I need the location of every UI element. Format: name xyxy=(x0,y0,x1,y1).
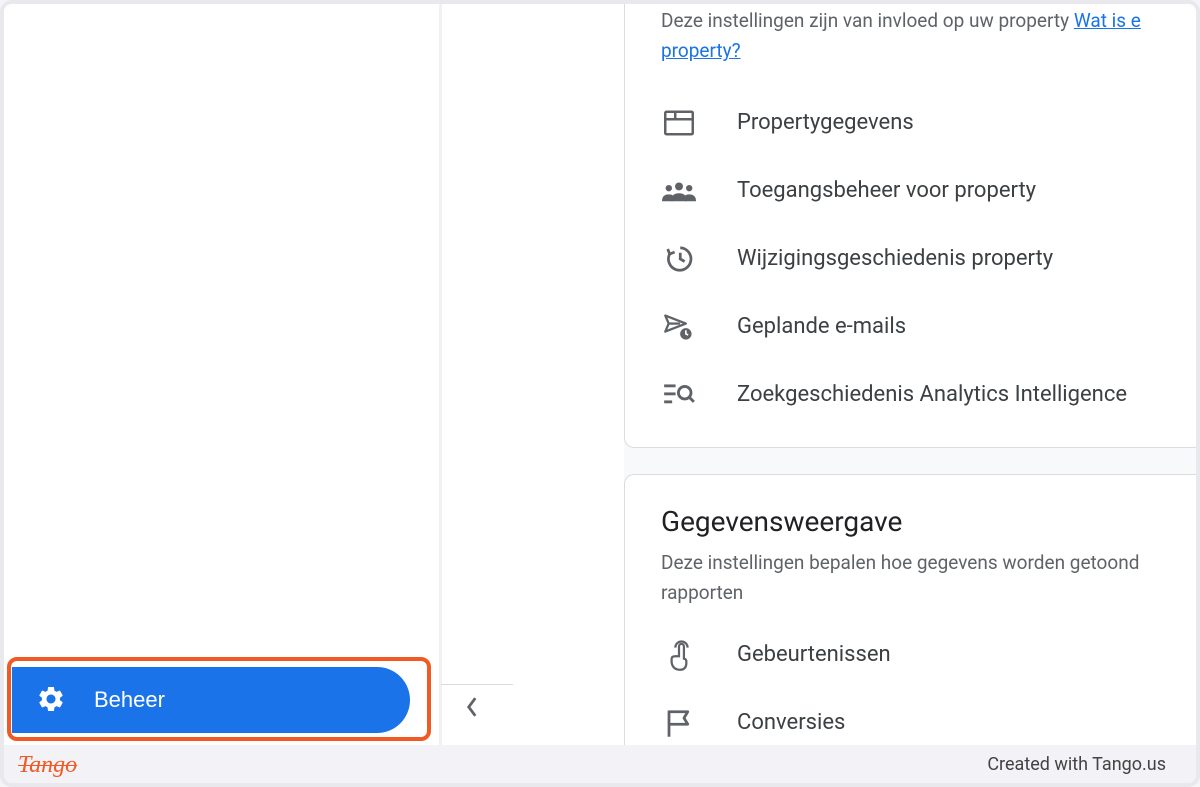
web-icon xyxy=(661,107,697,139)
property-description: Deze instellingen zijn van invloed op uw… xyxy=(625,2,1200,67)
flag-icon xyxy=(661,707,697,739)
events-item[interactable]: Gebeurtenissen xyxy=(625,621,1200,689)
beheer-label: Beheer xyxy=(94,687,165,713)
tango-credit: Created with Tango.us xyxy=(987,754,1166,775)
data-display-card: Gegevensweergave Deze instellingen bepal… xyxy=(624,474,1200,761)
property-access-label: Toegangsbeheer voor property xyxy=(737,178,1036,203)
what-is-property-link-part1[interactable]: Wat is e xyxy=(1074,9,1141,32)
touch-icon xyxy=(661,639,697,671)
footer-bar: Tango Created with Tango.us xyxy=(4,745,1196,783)
property-settings-card: Deze instellingen zijn van invloed op uw… xyxy=(624,2,1200,448)
sidebar-divider xyxy=(439,4,442,745)
collapse-divider xyxy=(441,684,513,685)
sidebar-left-panel xyxy=(4,4,419,745)
history-icon xyxy=(661,243,697,275)
gear-icon xyxy=(36,684,66,717)
what-is-property-link-part2[interactable]: property? xyxy=(661,39,741,62)
data-display-title: Gegevensweergave xyxy=(625,475,1200,548)
property-access-item[interactable]: Toegangsbeheer voor property xyxy=(625,157,1200,225)
scheduled-emails-label: Geplande e-mails xyxy=(737,314,906,339)
events-label: Gebeurtenissen xyxy=(737,642,891,667)
data-display-description: Deze instellingen bepalen hoe gegevens w… xyxy=(625,548,1200,609)
property-details-label: Propertygegevens xyxy=(737,110,914,135)
property-details-item[interactable]: Propertygegevens xyxy=(625,89,1200,157)
search-list-icon xyxy=(661,379,697,411)
chevron-left-icon xyxy=(463,696,481,718)
people-icon xyxy=(661,175,697,207)
search-history-item[interactable]: Zoekgeschiedenis Analytics Intelligence xyxy=(625,361,1200,429)
beheer-button[interactable]: Beheer xyxy=(12,667,410,733)
main-content: Deze instellingen zijn van invloed op uw… xyxy=(624,4,1200,745)
tango-logo: Tango xyxy=(18,749,77,779)
conversions-item[interactable]: Conversies xyxy=(625,689,1200,743)
send-schedule-icon xyxy=(661,311,697,343)
search-history-label: Zoekgeschiedenis Analytics Intelligence xyxy=(737,382,1127,407)
property-history-label: Wijzigingsgeschiedenis property xyxy=(737,246,1053,271)
collapse-sidebar-button[interactable] xyxy=(456,691,488,723)
property-history-item[interactable]: Wijzigingsgeschiedenis property xyxy=(625,225,1200,293)
conversions-label: Conversies xyxy=(737,710,845,735)
scheduled-emails-item[interactable]: Geplande e-mails xyxy=(625,293,1200,361)
